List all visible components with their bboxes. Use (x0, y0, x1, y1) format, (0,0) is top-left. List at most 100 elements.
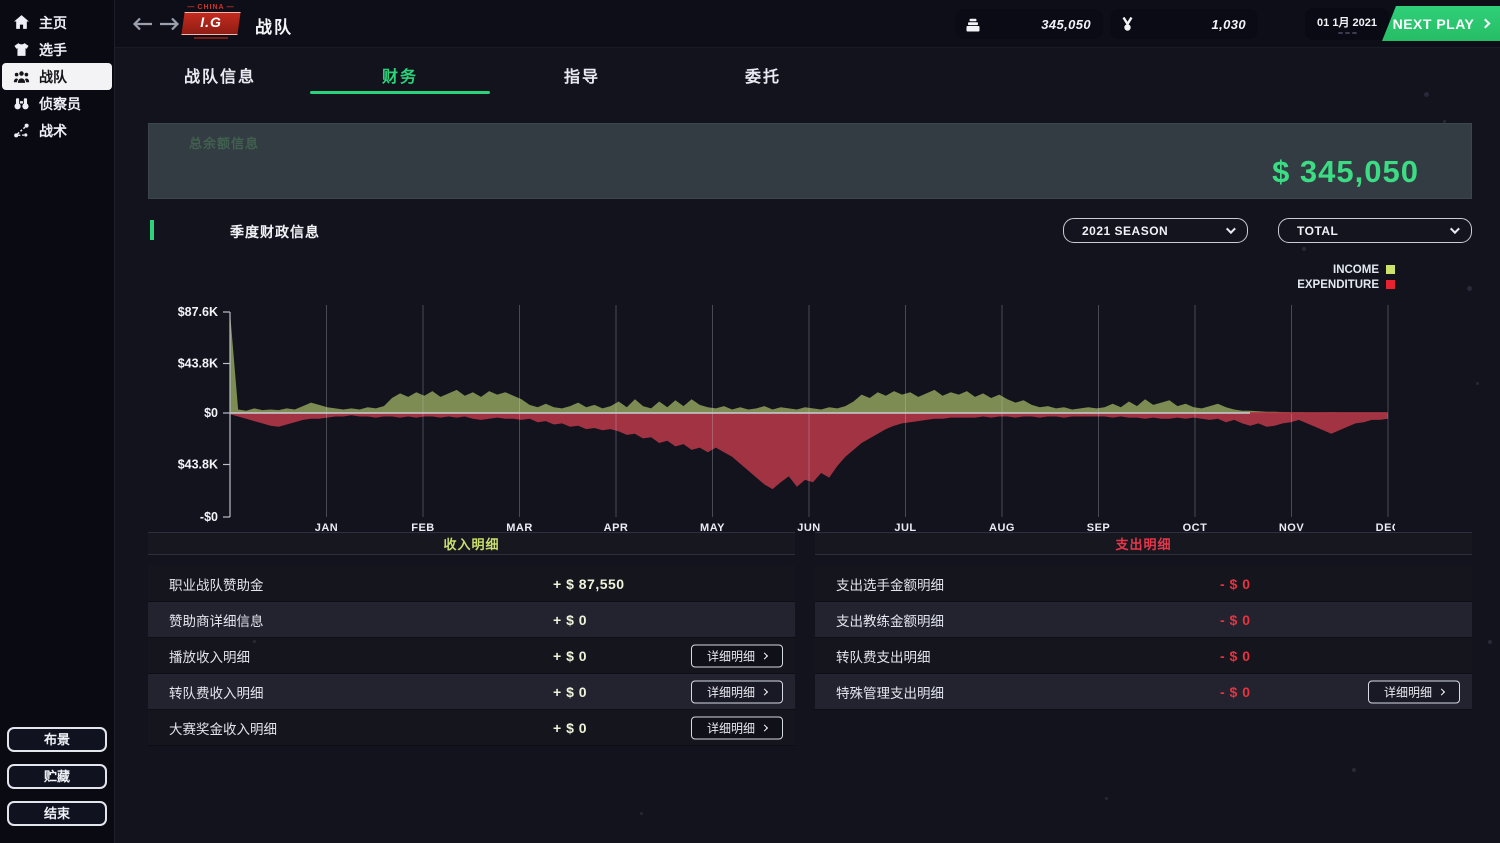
detail-button[interactable]: 详细明细 (691, 716, 783, 739)
sidebar-item-label: 战队 (39, 67, 67, 87)
cash-icon (964, 16, 982, 33)
row-value: + $ 0 (553, 684, 587, 700)
section-title: 季度财政信息 (230, 222, 320, 242)
sidebar-item-home[interactable]: 主页 (2, 9, 112, 36)
detail-button[interactable]: 详细明细 (691, 644, 783, 667)
tab-finance[interactable]: 财务 (382, 57, 418, 87)
row-label: 大赛奖金收入明细 (169, 718, 277, 738)
tab-coaching[interactable]: 指导 (564, 57, 600, 87)
row-value: + $ 87,550 (553, 576, 625, 592)
detail-button-label: 详细明细 (707, 719, 755, 736)
detail-button-label: 详细明细 (1384, 683, 1432, 700)
expenditure-swatch (1386, 280, 1395, 289)
date-progress-pips (1338, 32, 1357, 34)
income-table-title: 收入明细 (148, 532, 795, 555)
date-badge[interactable]: 01 1月 2021 (1305, 8, 1389, 40)
income-table: 收入明细 职业战队赞助金 + $ 87,550 赞助商详细信息 + $ 0 播放… (148, 532, 795, 746)
detail-button[interactable]: 详细明细 (691, 680, 783, 703)
scope-dropdown[interactable]: TOTAL (1278, 218, 1472, 243)
next-play-label: NEXT PLAY (1393, 16, 1475, 32)
row-label: 支出教练金额明细 (836, 610, 944, 630)
finance-section-header: 季度财政信息 2021 SEASON TOTAL (115, 218, 1500, 244)
tab-team-info[interactable]: 战队信息 (184, 57, 256, 87)
row-label: 支出选手金额明细 (836, 574, 944, 594)
row-value: - $ 0 (1220, 576, 1251, 592)
money-value: 345,050 (982, 17, 1091, 32)
detail-button-label: 详细明细 (707, 647, 755, 664)
balance-value: $ 345,050 (1272, 154, 1419, 190)
svg-text:-$0: -$0 (200, 510, 218, 524)
tactics-icon (13, 122, 30, 139)
table-row: 特殊管理支出明细 - $ 0 详细明细 (815, 674, 1472, 710)
detail-button-label: 详细明细 (707, 683, 755, 700)
table-row: 支出教练金额明细 - $ 0 (815, 602, 1472, 638)
chart-legend: INCOME EXPENDITURE (1297, 262, 1395, 292)
end-button[interactable]: 结束 (7, 801, 107, 826)
chevron-right-icon (761, 652, 768, 659)
row-label: 职业战队赞助金 (169, 574, 264, 594)
team-logo[interactable]: CHINA I.G (183, 4, 239, 39)
tab-finance-label: 财务 (382, 69, 418, 86)
home-icon (13, 14, 30, 31)
svg-text:$43.8K: $43.8K (178, 458, 218, 472)
row-label: 赞助商详细信息 (169, 610, 264, 630)
season-dropdown-value: 2021 SEASON (1082, 224, 1226, 238)
row-label: 特殊管理支出明细 (836, 682, 944, 702)
row-value: + $ 0 (553, 720, 587, 736)
page-title: 战队 (255, 13, 293, 38)
app-window: 主页 选手 战队 (0, 0, 1500, 843)
sidebar-item-label: 主页 (39, 13, 67, 33)
svg-text:$0: $0 (204, 406, 218, 420)
chevron-right-icon (1481, 19, 1491, 29)
finance-area-chart: JANFEBMARAPRMAYJUNJULAUGSEPOCTNOVDEC$87.… (160, 305, 1395, 540)
season-dropdown[interactable]: 2021 SEASON (1063, 218, 1248, 243)
table-row: 播放收入明细 + $ 0 详细明细 (148, 638, 795, 674)
medal-resource: 1,030 (1110, 9, 1258, 39)
next-play-button[interactable]: NEXT PLAY (1382, 6, 1500, 41)
table-row: 职业战队赞助金 + $ 87,550 (148, 566, 795, 602)
legend-expenditure-label: EXPENDITURE (1297, 279, 1379, 291)
row-label: 播放收入明细 (169, 646, 250, 666)
medal-icon (1119, 16, 1136, 33)
row-value: - $ 0 (1220, 648, 1251, 664)
row-value: + $ 0 (553, 612, 587, 628)
table-row: 赞助商详细信息 + $ 0 (148, 602, 795, 638)
row-label: 转队费收入明细 (169, 682, 264, 702)
sidebar-item-scouts[interactable]: 侦察员 (2, 90, 112, 117)
svg-text:$87.6K: $87.6K (178, 305, 218, 319)
storage-button[interactable]: 贮藏 (7, 764, 107, 789)
chevron-right-icon (1438, 688, 1445, 695)
scene-button[interactable]: 布景 (7, 727, 107, 752)
chevron-right-icon (761, 688, 768, 695)
table-row: 转队费支出明细 - $ 0 (815, 638, 1472, 674)
sidebar-item-team[interactable]: 战队 (2, 63, 112, 90)
sidebar-item-label: 战术 (39, 121, 67, 141)
table-row: 转队费收入明细 + $ 0 详细明细 (148, 674, 795, 710)
logo-underline (194, 37, 228, 39)
income-swatch (1386, 265, 1395, 274)
total-balance-panel: 总余额信息 $ 345,050 (148, 123, 1472, 199)
jersey-icon (13, 41, 30, 58)
chevron-right-icon (761, 724, 768, 731)
scope-dropdown-value: TOTAL (1297, 224, 1450, 238)
sidebar-item-tactics[interactable]: 战术 (2, 117, 112, 144)
logo-band: I.G (181, 12, 240, 35)
tab-commission[interactable]: 委托 (745, 57, 781, 87)
medal-value: 1,030 (1136, 17, 1246, 32)
table-row: 大赛奖金收入明细 + $ 0 详细明细 (148, 710, 795, 746)
main-content: CHINA I.G 战队 345,050 (115, 0, 1500, 843)
money-resource: 345,050 (955, 9, 1103, 39)
accent-bar (150, 220, 154, 240)
sidebar-item-players[interactable]: 选手 (2, 36, 112, 63)
forward-arrow-icon[interactable] (159, 16, 181, 32)
chevron-down-icon (1226, 224, 1236, 234)
chevron-down-icon (1450, 224, 1460, 234)
svg-text:$43.8K: $43.8K (178, 357, 218, 371)
back-arrow-icon[interactable] (131, 16, 153, 32)
sidebar: 主页 选手 战队 (0, 0, 115, 843)
legend-income: INCOME (1297, 262, 1395, 277)
row-label: 转队费支出明细 (836, 646, 931, 666)
sidebar-item-label: 选手 (39, 40, 67, 60)
detail-button[interactable]: 详细明细 (1368, 680, 1460, 703)
topbar: CHINA I.G 战队 345,050 (115, 0, 1500, 48)
